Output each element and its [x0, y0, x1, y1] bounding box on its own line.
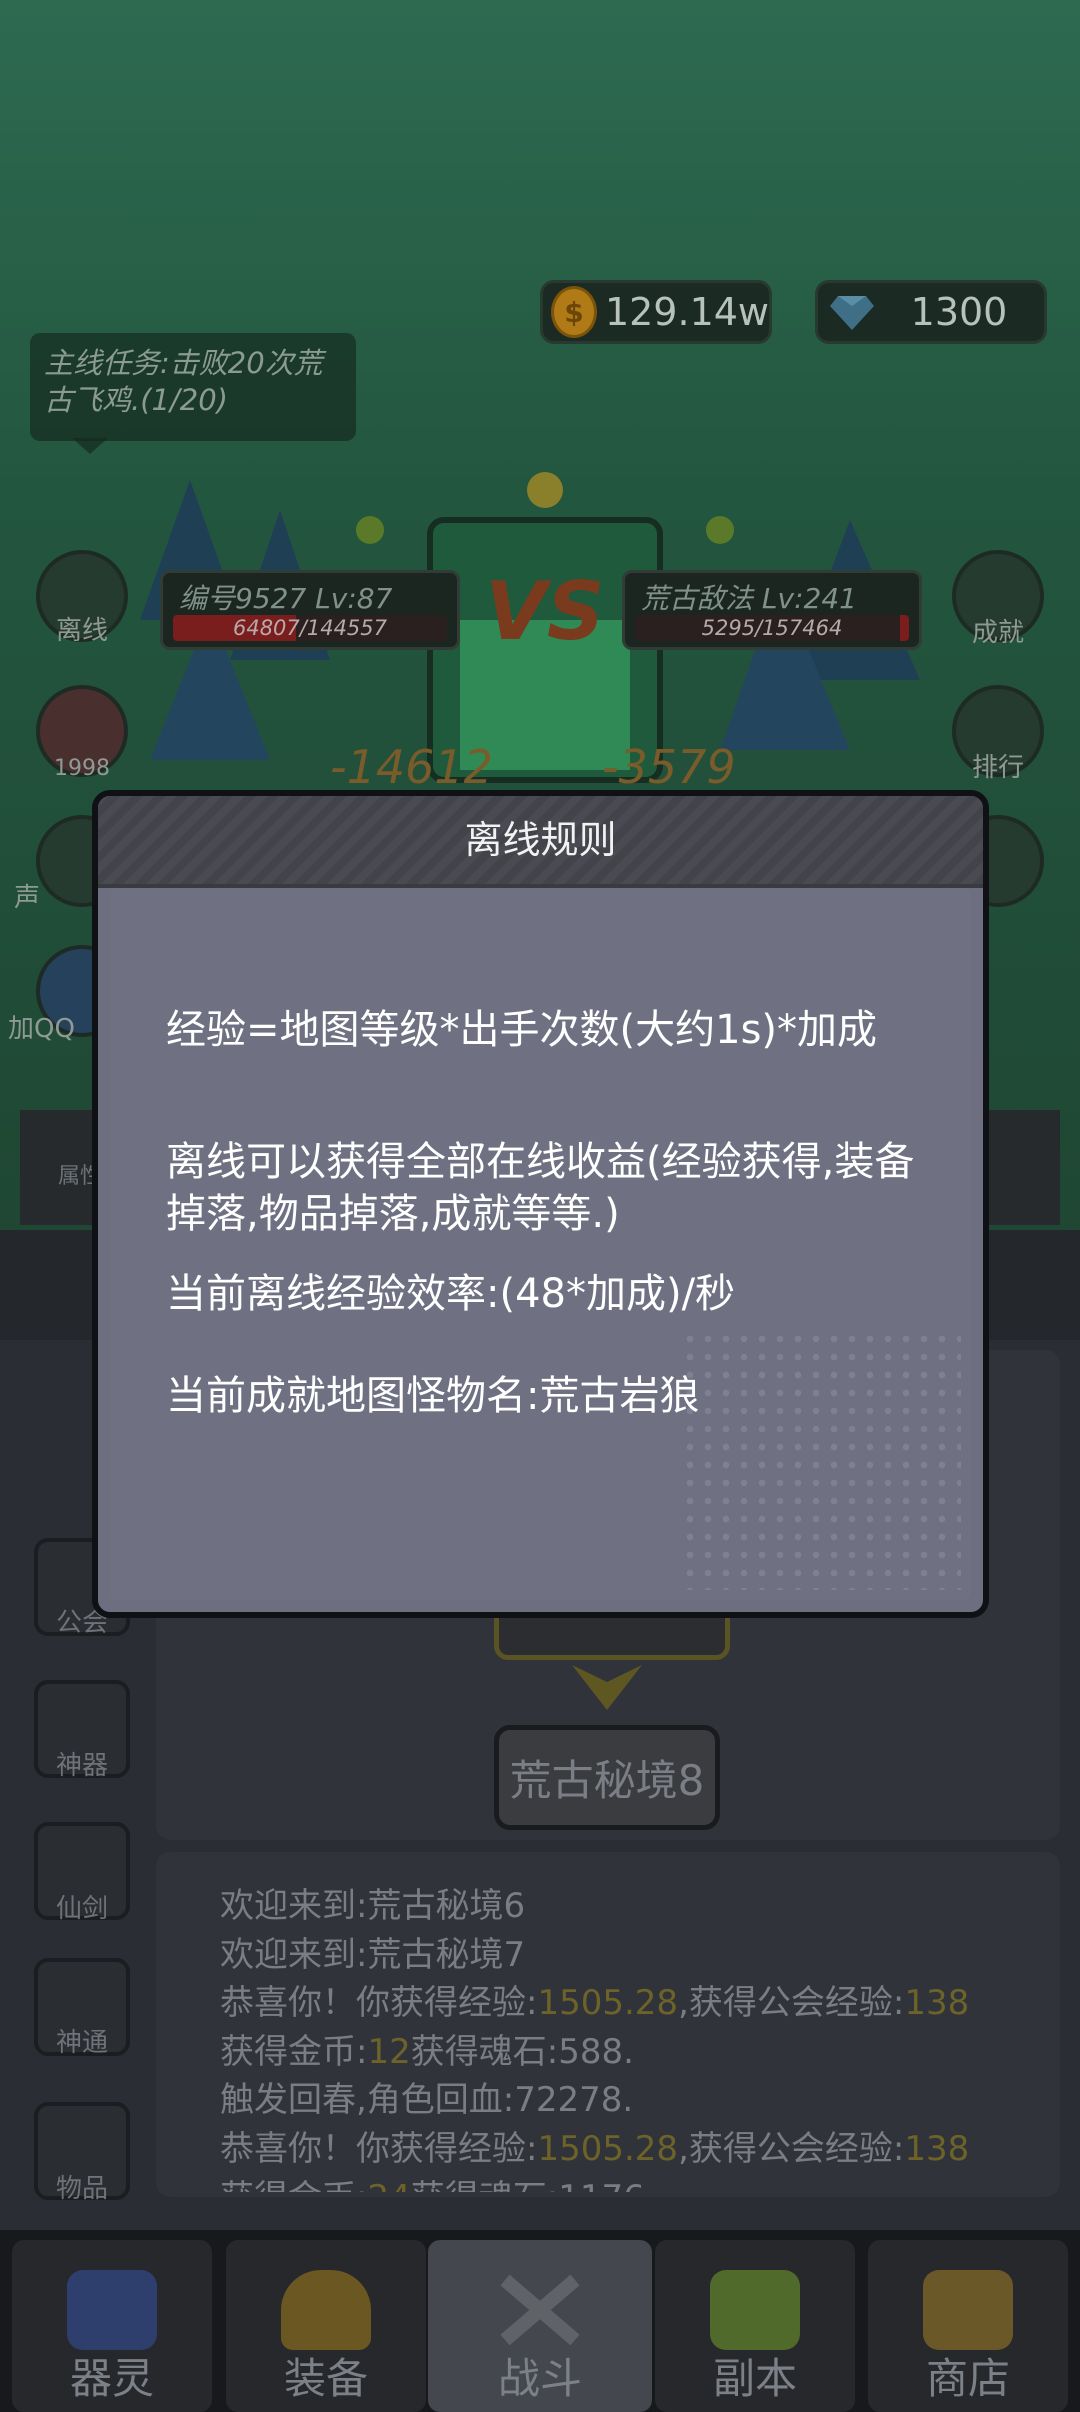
dialog-body: 经验=地图等级*出手次数(大约1s)*加成 离线可以获得全部在线收益(经验获得,… [110, 888, 971, 1600]
halftone-decoration [681, 1330, 961, 1590]
rule-offline-gains: 离线可以获得全部在线收益(经验获得,装备掉落,物品掉落,成就等等.) [166, 1139, 915, 1237]
dialog-header: 离线规则 [98, 796, 983, 888]
rule-exp-formula: 经验=地图等级*出手次数(大约1s)*加成 [166, 1007, 878, 1053]
rule-exp-rate: 当前离线经验效率:(48*加成)/秒 [166, 1271, 736, 1317]
rule-achievement-monster: 当前成就地图怪物名:荒古岩狼 [166, 1373, 700, 1419]
offline-rules-dialog: 离线规则 经验=地图等级*出手次数(大约1s)*加成 离线可以获得全部在线收益(… [92, 790, 989, 1618]
dialog-title: 离线规则 [464, 818, 617, 862]
